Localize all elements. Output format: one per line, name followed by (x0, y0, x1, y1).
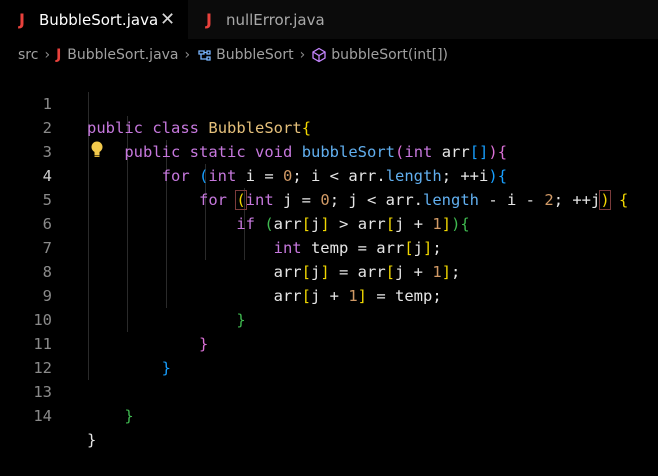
breadcrumb-class[interactable]: BubbleSort (216, 47, 293, 63)
tab-label: nullError.java (225, 10, 325, 29)
tab-bubblesort-java[interactable]: J BubbleSort.java ✕ (0, 0, 188, 39)
method-symbol-icon (312, 47, 326, 63)
code-line: 8 arr[j + 1] = temp; (0, 236, 658, 305)
chevron-right-icon: › (299, 47, 306, 63)
code-line: 10 } (0, 284, 658, 353)
java-file-icon: J (206, 10, 212, 29)
code-text: } (124, 407, 134, 425)
breadcrumb: src › J BubbleSort.java › BubbleSort › b… (0, 42, 658, 68)
code-line: 3 for (int i = 0; i < arr.length; ++i){ (0, 116, 658, 185)
breadcrumb-file[interactable]: BubbleSort.java (67, 47, 178, 63)
close-tab-icon[interactable]: ✕ (160, 9, 175, 30)
code-line: 11 } (0, 308, 658, 377)
breadcrumb-method[interactable]: bubbleSort(int[]) (331, 47, 448, 63)
chevron-right-icon: › (184, 47, 191, 63)
code-line: 13 } (0, 356, 658, 425)
breadcrumb-folder-src[interactable]: src (18, 47, 38, 63)
code-line: 5 if (arr[j] > arr[j + 1]){ (0, 164, 658, 233)
code-line: 14 } (0, 380, 658, 449)
code-line: 6 int temp = arr[j]; (0, 188, 658, 257)
line-number: 14 (33, 407, 52, 425)
tab-label: BubbleSort.java (38, 10, 159, 29)
lightbulb-icon[interactable] (89, 140, 105, 160)
java-file-icon: J (19, 10, 25, 29)
code-text: } (87, 431, 97, 449)
code-line: 1 public class BubbleSort{ (0, 68, 658, 137)
code-line: 9 } (0, 260, 658, 329)
code-line: 7 arr[j] = arr[j + 1]; (0, 212, 658, 281)
tab-nullerror-java[interactable]: J nullError.java (188, 0, 348, 39)
code-line: 12 (0, 332, 658, 377)
java-file-icon: J (56, 47, 62, 63)
editor-tab-bar: J BubbleSort.java ✕ J nullError.java (0, 0, 658, 39)
chevron-right-icon: › (44, 47, 51, 63)
class-symbol-icon (198, 50, 211, 61)
code-editor[interactable]: 1 public class BubbleSort{ 2 public stat… (0, 68, 658, 449)
code-line: 2 public static void bubbleSort(int arr[… (0, 92, 658, 161)
